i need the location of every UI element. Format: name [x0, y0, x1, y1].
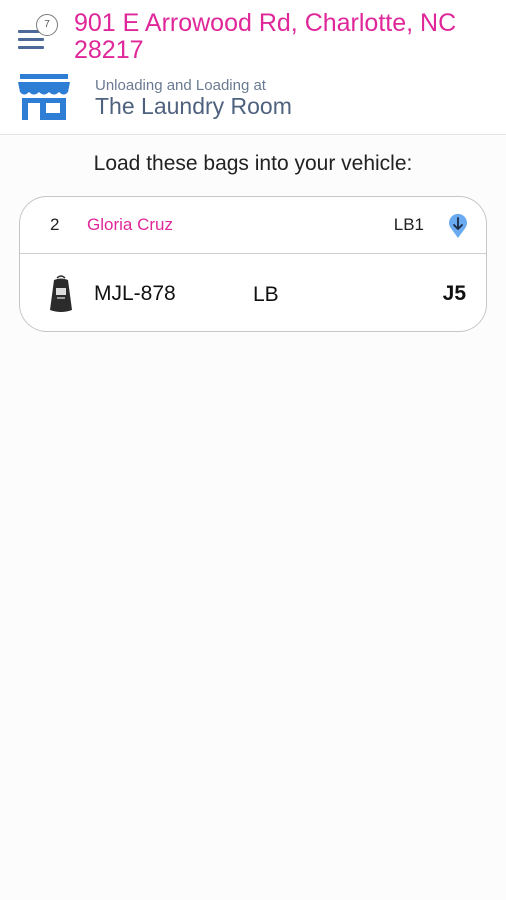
order-card: 2 Gloria Cruz LB1 MJL-878 LB J5: [19, 196, 487, 332]
bag-type: LB: [253, 283, 279, 306]
order-card-header[interactable]: 2 Gloria Cruz LB1: [20, 197, 486, 254]
notification-badge: 7: [36, 14, 58, 36]
order-number: 2: [50, 215, 60, 234]
stop-address[interactable]: 901 E Arrowood Rd, Charlotte, NC 28217: [74, 10, 494, 64]
slot-label: J5: [442, 282, 466, 305]
store-icon: [18, 74, 70, 120]
location-name: The Laundry Room: [95, 93, 292, 119]
bag-row[interactable]: MJL-878 LB J5: [20, 254, 486, 332]
arrow-down-icon[interactable]: [448, 213, 468, 239]
bag-id: MJL-878: [94, 282, 176, 305]
status-label: Unloading and Loading at: [95, 77, 266, 94]
laundry-bag-icon: [50, 275, 72, 312]
app-header: 7 901 E Arrowood Rd, Charlotte, NC 28217…: [0, 0, 506, 135]
bag-code: LB1: [393, 215, 424, 234]
menu-icon-bar: [18, 38, 44, 41]
menu-icon-bar: [18, 46, 44, 49]
instruction-text: Load these bags into your vehicle:: [93, 152, 413, 175]
customer-name: Gloria Cruz: [87, 215, 173, 234]
